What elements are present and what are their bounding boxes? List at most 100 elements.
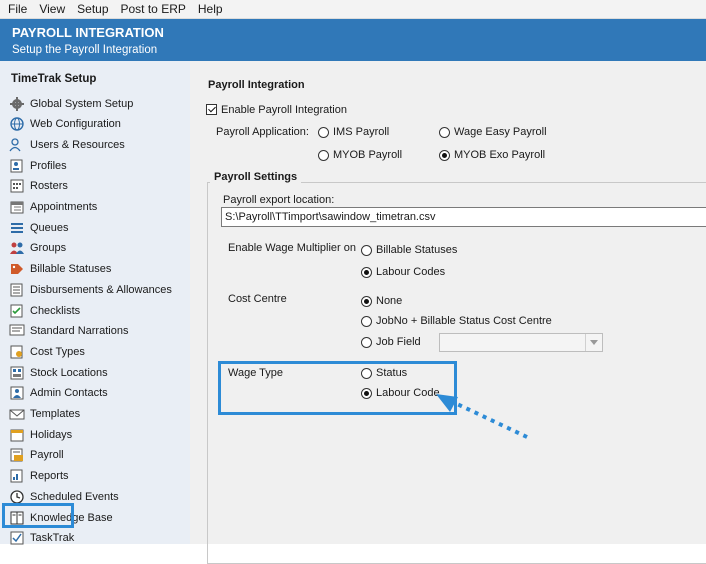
reports-icon [9, 469, 25, 483]
main-panel: Payroll Integration Enable Payroll Integ… [190, 61, 706, 564]
radio-jobno-billable-cost-centre[interactable]: JobNo + Billable Status Cost Centre [361, 315, 552, 327]
sidebar-item-global-system-setup[interactable]: Global System Setup [9, 94, 133, 113]
menu-setup[interactable]: Setup [71, 0, 114, 18]
radio-myob-exo-payroll[interactable]: MYOB Exo Payroll [439, 149, 545, 161]
sidebar-item-label: Billable Statuses [30, 263, 112, 276]
contacts-icon [9, 386, 25, 400]
sidebar-item-label: Web Configuration [30, 118, 121, 131]
sidebar-item-label: Users & Resources [30, 138, 125, 151]
sidebar-item-users-resources[interactable]: Users & Resources [9, 135, 125, 154]
radio-wage-easy-payroll[interactable]: Wage Easy Payroll [439, 126, 547, 138]
sidebar-item-billable-statuses[interactable]: Billable Statuses [9, 260, 111, 279]
checklist-icon [9, 304, 25, 318]
sidebar-item-appointments[interactable]: Appointments [9, 198, 97, 217]
sidebar-item-label: Holidays [30, 428, 73, 441]
sidebar-item-groups[interactable]: Groups [9, 239, 66, 258]
radio-circle [318, 149, 329, 161]
menu-view[interactable]: View [33, 0, 71, 18]
sidebar-item-label: Templates [30, 408, 81, 420]
narration-icon [9, 324, 25, 338]
wage-multiplier-label: Enable Wage Multiplier on [228, 242, 356, 254]
sidebar-item-admin-contacts[interactable]: Admin Contacts [9, 384, 108, 403]
radio-labour-codes[interactable]: Labour Codes [361, 266, 445, 278]
menu-help[interactable]: Help [192, 0, 229, 18]
radio-circle [361, 266, 372, 278]
sidebar-item-label: Standard Narrations [30, 325, 129, 338]
job-field-dropdown[interactable] [439, 333, 603, 352]
sidebar-heading: TimeTrak Setup [11, 73, 97, 85]
sidebar-item-tasktrak[interactable]: TaskTrak [9, 529, 74, 548]
sidebar-item-label: Reports [30, 470, 69, 483]
sidebar-item-rosters[interactable]: Rosters [9, 177, 68, 196]
sidebar-item-holidays[interactable]: Holidays [9, 425, 72, 444]
sidebar-item-reports[interactable]: Reports [9, 467, 69, 486]
page-title: PAYROLL INTEGRATION [12, 25, 164, 40]
radio-job-field[interactable]: Job Field [361, 336, 421, 348]
groups-icon [9, 241, 25, 255]
clock-icon [9, 490, 25, 504]
payroll-icon [9, 448, 25, 462]
cost-icon [9, 345, 25, 359]
radio-label: Billable Statuses [376, 244, 458, 256]
radio-label: JobNo + Billable Status Cost Centre [376, 315, 552, 327]
menu-bar: File View Setup Post to ERP Help [0, 0, 706, 19]
enable-payroll-label: Enable Payroll Integration [221, 104, 347, 116]
list-icon [9, 283, 25, 297]
section-heading: Payroll Integration [208, 79, 305, 91]
tasktrak-icon [9, 531, 25, 545]
menu-file[interactable]: File [0, 0, 33, 18]
holiday-icon [9, 428, 25, 442]
export-location-label: Payroll export location: [223, 194, 335, 206]
calendar-icon [9, 200, 25, 214]
stock-icon [9, 366, 25, 380]
sidebar-item-standard-narrations[interactable]: Standard Narrations [9, 322, 128, 341]
sidebar-item-label: Queues [30, 221, 69, 234]
sidebar-item-label: Checklists [30, 304, 81, 317]
sidebar-item-templates[interactable]: Templates [9, 405, 80, 424]
radio-billable-statuses[interactable]: Billable Statuses [361, 244, 457, 256]
sidebar-item-label: Cost Types [30, 345, 85, 358]
sidebar-item-queues[interactable]: Queues [9, 218, 69, 237]
radio-circle [361, 336, 372, 348]
radio-label: None [376, 295, 403, 307]
menu-post-to-erp[interactable]: Post to ERP [115, 0, 192, 18]
sidebar-item-stock-locations[interactable]: Stock Locations [9, 363, 108, 382]
radio-ims-payroll[interactable]: IMS Payroll [318, 126, 389, 138]
sidebar-item-checklists[interactable]: Checklists [9, 301, 80, 320]
cost-centre-label: Cost Centre [228, 293, 287, 305]
sidebar: TimeTrak Setup Global System Setup Web Co… [0, 61, 190, 545]
payroll-settings-title: Payroll Settings [210, 171, 302, 183]
queue-icon [9, 221, 25, 235]
chevron-down-icon[interactable] [585, 334, 602, 351]
sidebar-item-profiles[interactable]: Profiles [9, 156, 67, 175]
roster-icon [9, 179, 25, 193]
sidebar-item-label: Disbursements & Allowances [30, 283, 172, 296]
page-banner: PAYROLL INTEGRATION Setup the Payroll In… [0, 19, 706, 61]
sidebar-item-disbursements-allowances[interactable]: Disbursements & Allowances [9, 280, 172, 299]
payroll-application-label: Payroll Application: [216, 126, 309, 138]
sidebar-item-label: Appointments [30, 201, 98, 213]
enable-payroll-checkbox[interactable] [206, 104, 217, 115]
radio-circle [361, 244, 372, 256]
users-icon [9, 138, 25, 152]
radio-myob-payroll[interactable]: MYOB Payroll [318, 149, 402, 161]
globe-icon [9, 117, 25, 131]
profile-icon [9, 159, 25, 173]
wage-type-highlight-box [218, 361, 457, 415]
radio-cost-centre-none[interactable]: None [361, 295, 402, 307]
sidebar-item-payroll[interactable]: Payroll [9, 446, 64, 465]
sidebar-item-label: Scheduled Events [30, 490, 119, 503]
sidebar-item-label: Admin Contacts [30, 387, 108, 400]
sidebar-item-web-configuration[interactable]: Web Configuration [9, 115, 121, 134]
sidebar-item-label: Groups [30, 242, 67, 255]
export-location-input[interactable]: S:\Payroll\TTimport\sawindow_timetran.cs… [221, 207, 706, 227]
radio-circle [361, 295, 372, 307]
radio-circle [439, 149, 450, 161]
radio-circle [361, 315, 372, 327]
sidebar-item-label: Payroll [30, 449, 64, 462]
radio-label: Wage Easy Payroll [454, 126, 547, 138]
sidebar-item-cost-types[interactable]: Cost Types [9, 342, 85, 361]
gear-icon [9, 96, 25, 111]
sidebar-item-label: Global System Setup [30, 97, 134, 110]
sidebar-item-label: Stock Locations [30, 366, 108, 379]
